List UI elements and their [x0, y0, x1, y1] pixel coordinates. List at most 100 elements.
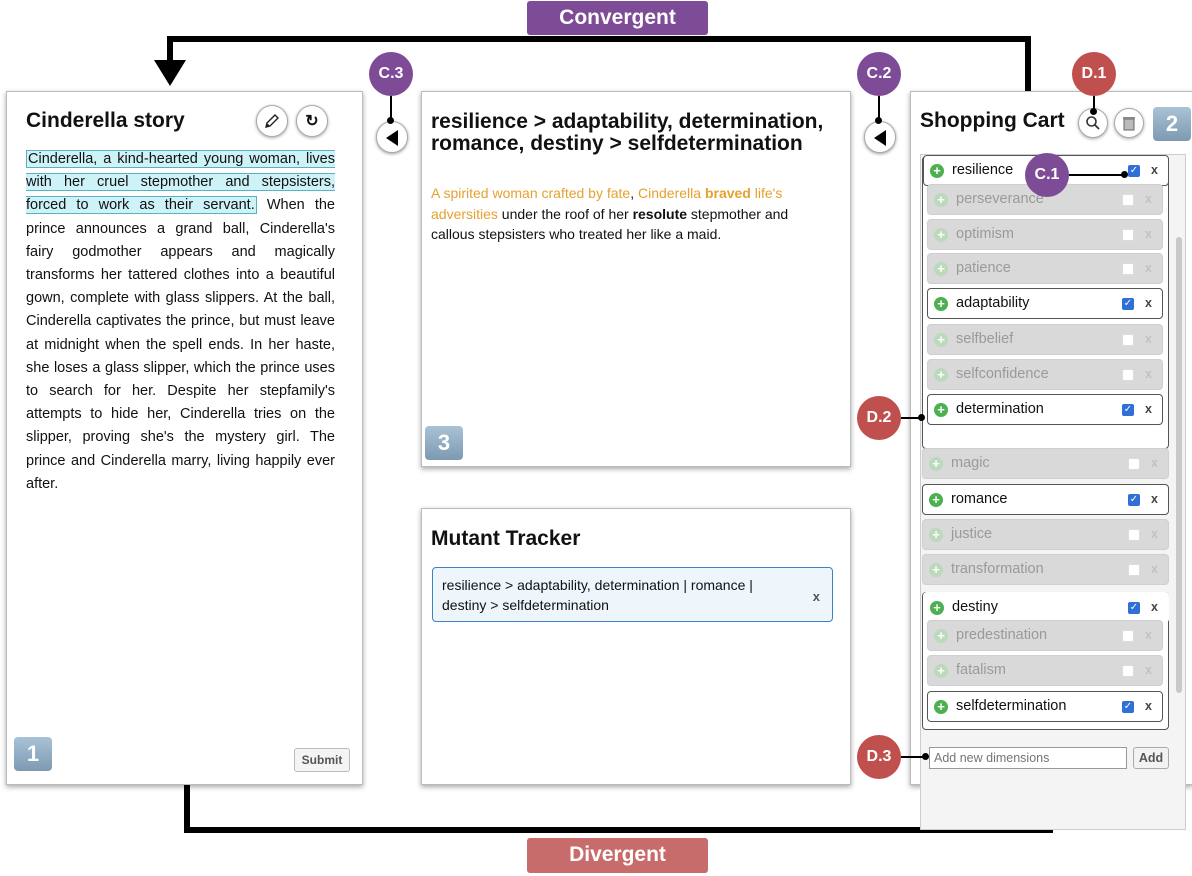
dimension-item[interactable]: + fatalism x [927, 655, 1163, 686]
expand-icon[interactable]: + [929, 528, 943, 542]
back-to-rewrite-button[interactable] [864, 121, 896, 153]
expand-icon[interactable]: + [934, 297, 948, 311]
expand-icon[interactable]: + [929, 563, 943, 577]
dimension-checkbox[interactable]: ✓ [1122, 298, 1134, 310]
remove-dimension-button[interactable]: x [1145, 692, 1152, 721]
mutant-tracker-title: Mutant Tracker [431, 527, 581, 550]
dimension-checkbox[interactable]: ✓ [1128, 494, 1140, 506]
dimension-checkbox[interactable] [1122, 334, 1134, 346]
dimension-checkbox[interactable] [1122, 630, 1134, 642]
dimension-item[interactable]: + transformation x [922, 554, 1169, 585]
expand-icon[interactable]: + [934, 333, 948, 347]
dimension-checkbox[interactable] [1122, 229, 1134, 241]
expand-icon[interactable]: + [929, 493, 943, 507]
callout-c3: C.3 [369, 52, 413, 96]
dimension-item[interactable]: + adaptability ✓ x [927, 288, 1163, 319]
expand-icon[interactable]: + [934, 262, 948, 276]
dimension-checkbox[interactable]: ✓ [1122, 701, 1134, 713]
remove-dimension-button[interactable]: x [1145, 289, 1152, 318]
dimension-checkbox[interactable] [1122, 194, 1134, 206]
expand-icon[interactable]: + [934, 629, 948, 643]
dimension-checkbox[interactable] [1122, 369, 1134, 381]
edit-button[interactable] [256, 105, 288, 137]
dimension-item[interactable]: + destiny ✓ x [923, 592, 1169, 623]
story-text: Cinderella, a kind-hearted young woman, … [26, 148, 335, 496]
divergent-banner: Divergent [527, 838, 708, 873]
dimension-item[interactable]: + justice x [922, 519, 1169, 550]
add-dimension-button[interactable]: Add [1133, 747, 1169, 769]
expand-icon[interactable]: + [930, 601, 944, 615]
dimension-checkbox[interactable]: ✓ [1128, 602, 1140, 614]
remove-dimension-button[interactable]: x [1151, 156, 1158, 185]
add-dimension-input[interactable] [929, 747, 1127, 769]
dimension-item[interactable]: + optimism x [927, 219, 1163, 250]
dimension-checkbox[interactable] [1122, 263, 1134, 275]
remove-dimension-button[interactable]: x [1145, 325, 1152, 354]
convergent-arrow-head [154, 60, 186, 86]
remove-dimension-button[interactable]: x [1151, 520, 1158, 549]
remove-dimension-button[interactable]: x [1145, 220, 1152, 249]
mutant-entry-text: resilience > adaptability, determination… [442, 577, 753, 613]
dimension-item[interactable]: + magic x [922, 448, 1169, 479]
remove-dimension-button[interactable]: x [1145, 185, 1152, 214]
panel-badge-1: 1 [14, 737, 52, 771]
callout-c2-dot [875, 117, 882, 124]
callout-d1-dot [1090, 108, 1097, 115]
expand-icon[interactable]: + [929, 457, 943, 471]
rewrite-title: resilience > adaptability, determination… [431, 110, 824, 155]
remove-dimension-button[interactable]: x [1151, 449, 1158, 478]
back-to-story-button[interactable] [376, 121, 408, 153]
callout-c1-dot [1121, 171, 1128, 178]
dimension-item[interactable]: + predestination x [927, 620, 1163, 651]
dimension-item[interactable]: + selfdetermination ✓ x [927, 691, 1163, 722]
search-icon [1086, 116, 1100, 130]
cart-title: Shopping Cart [920, 109, 1065, 132]
rewrite-text: A spirited woman crafted by fate, Cinder… [431, 185, 789, 242]
dimension-checkbox[interactable]: ✓ [1122, 404, 1134, 416]
expand-icon[interactable]: + [934, 403, 948, 417]
convergent-banner: Convergent [527, 1, 708, 35]
submit-button[interactable]: Submit [294, 748, 350, 772]
remove-dimension-button[interactable]: x [1145, 254, 1152, 283]
dimension-checkbox[interactable] [1128, 529, 1140, 541]
dimension-list[interactable]: + resilience ✓ x + perseverance x + optimism x … [920, 154, 1186, 830]
remove-dimension-button[interactable]: x [1145, 360, 1152, 389]
rewrite-panel: resilience > adaptability, determination… [421, 91, 851, 467]
scrollbar[interactable] [1176, 237, 1182, 693]
dimension-item[interactable]: + selfconfidence x [927, 359, 1163, 390]
remove-dimension-button[interactable]: x [1145, 656, 1152, 685]
dimension-checkbox[interactable]: ✓ [1128, 165, 1140, 177]
expand-icon[interactable]: + [934, 664, 948, 678]
dimension-item[interactable]: + selfbelief x [927, 324, 1163, 355]
convergent-line-right [1025, 36, 1031, 92]
trash-icon [1123, 117, 1135, 131]
story-body: When the prince announces a grand ball, … [26, 197, 335, 492]
dimension-checkbox[interactable] [1128, 458, 1140, 470]
remove-dimension-button[interactable]: x [1151, 485, 1158, 514]
refresh-button[interactable]: ↻ [296, 105, 328, 137]
panel-badge-3: 3 [425, 426, 463, 460]
refresh-icon: ↻ [305, 113, 319, 130]
dimension-item[interactable]: + determination ✓ x [927, 394, 1163, 425]
expand-icon[interactable]: + [934, 368, 948, 382]
dimension-checkbox[interactable] [1128, 564, 1140, 576]
callout-d3-dot [922, 753, 929, 760]
expand-icon[interactable]: + [934, 700, 948, 714]
mutant-tracker-panel: Mutant Tracker resilience > adaptability… [421, 508, 851, 785]
remove-dimension-button[interactable]: x [1151, 555, 1158, 584]
dimension-item[interactable]: + patience x [927, 253, 1163, 284]
callout-c1: C.1 [1025, 153, 1069, 197]
mutant-entry[interactable]: resilience > adaptability, determination… [432, 567, 833, 622]
callout-c2: C.2 [857, 52, 901, 96]
mutant-remove-button[interactable]: x [813, 587, 820, 607]
expand-icon[interactable]: + [934, 193, 948, 207]
panel-badge-2: 2 [1153, 107, 1191, 141]
remove-dimension-button[interactable]: x [1145, 621, 1152, 650]
remove-dimension-button[interactable]: x [1145, 395, 1152, 424]
dimension-checkbox[interactable] [1122, 665, 1134, 677]
trash-button[interactable] [1114, 108, 1144, 138]
remove-dimension-button[interactable]: x [1151, 593, 1158, 622]
expand-icon[interactable]: + [930, 164, 944, 178]
expand-icon[interactable]: + [934, 228, 948, 242]
dimension-item[interactable]: + romance ✓ x [922, 484, 1169, 515]
